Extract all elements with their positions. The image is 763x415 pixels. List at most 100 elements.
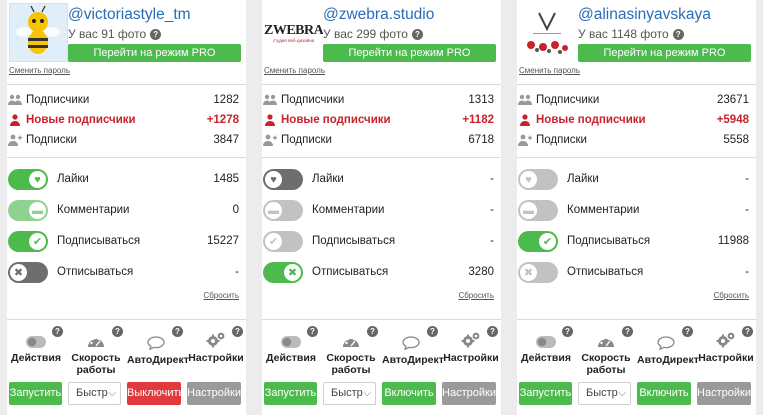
toggle-label: Лайки bbox=[567, 173, 599, 185]
autodirect-toggle-button[interactable]: Включить bbox=[637, 382, 691, 405]
follow-toggle[interactable]: ✔ bbox=[8, 231, 48, 252]
toggle-row-likes: ♥ Лайки 1485 bbox=[7, 167, 246, 191]
settings-button[interactable]: Настройки bbox=[697, 382, 751, 405]
likes-toggle[interactable]: ♥ bbox=[263, 169, 303, 190]
stat-value: +5948 bbox=[716, 114, 749, 126]
tool-settings[interactable]: ? Настройки bbox=[697, 326, 755, 364]
pro-mode-button[interactable]: Перейти на режим PRO bbox=[68, 44, 241, 62]
avatar[interactable] bbox=[9, 3, 68, 62]
help-icon[interactable]: ? bbox=[307, 326, 318, 337]
pro-mode-button[interactable]: Перейти на режим PRO bbox=[578, 44, 751, 62]
speed-select[interactable]: Быстр ⌵ bbox=[68, 382, 121, 405]
change-password-link[interactable]: Сменить пароль bbox=[264, 66, 325, 75]
chat-bubble-icon bbox=[147, 336, 165, 350]
help-icon[interactable]: ? bbox=[232, 326, 243, 337]
toggle-label: Подписываться bbox=[312, 235, 396, 247]
help-icon[interactable]: ? bbox=[172, 326, 183, 337]
tool-speed[interactable]: ? Скорость работы bbox=[67, 326, 125, 376]
tool-speed[interactable]: ? Скорость работы bbox=[577, 326, 635, 376]
reset-link[interactable]: Сбросить bbox=[458, 291, 494, 300]
unfollow-toggle[interactable]: ✖ bbox=[8, 262, 48, 283]
check-icon: ✔ bbox=[29, 233, 46, 250]
toggle-value: - bbox=[490, 173, 494, 185]
divider bbox=[262, 319, 501, 320]
help-icon[interactable]: ? bbox=[427, 326, 438, 337]
username[interactable]: @alinasinyavskaya bbox=[578, 6, 711, 24]
help-icon[interactable]: ? bbox=[112, 326, 123, 337]
speed-select[interactable]: Быстр ⌵ bbox=[578, 382, 631, 405]
settings-button[interactable]: Настройки bbox=[442, 382, 496, 405]
toggle-value: 3280 bbox=[468, 266, 494, 278]
add-user-icon bbox=[8, 134, 22, 146]
username[interactable]: @zwebra.studio bbox=[323, 6, 434, 24]
autodirect-toggle-button[interactable]: Выключить bbox=[127, 382, 184, 405]
settings-button[interactable]: Настройки bbox=[187, 382, 241, 405]
help-icon[interactable]: ? bbox=[150, 29, 162, 40]
chevron-down-icon: ⌵ bbox=[108, 388, 116, 399]
toggle-label: Отписываться bbox=[567, 266, 644, 278]
stat-row-new-followers: Новые подписчики +1182 bbox=[262, 111, 501, 129]
heart-icon: ♥ bbox=[29, 171, 46, 188]
toggle-label: Отписываться bbox=[57, 266, 134, 278]
photo-count-label: У вас 299 фото bbox=[323, 27, 408, 41]
username[interactable]: @victoriastyle_tm bbox=[68, 6, 191, 24]
stat-value: 1282 bbox=[213, 94, 239, 106]
start-button[interactable]: Запустить bbox=[264, 382, 317, 405]
reset-link[interactable]: Сбросить bbox=[713, 291, 749, 300]
change-password-link[interactable]: Сменить пароль bbox=[9, 66, 70, 75]
comments-toggle[interactable]: ▬ bbox=[8, 200, 48, 221]
follow-toggle[interactable]: ✔ bbox=[263, 231, 303, 252]
tool-label: АвтоДирект bbox=[127, 354, 189, 366]
likes-toggle[interactable]: ♥ bbox=[518, 169, 558, 190]
help-icon[interactable]: ? bbox=[562, 326, 573, 337]
speedometer-icon bbox=[598, 336, 614, 347]
unfollow-toggle[interactable]: ✖ bbox=[263, 262, 303, 283]
tool-label: Настройки bbox=[188, 352, 244, 364]
tool-actions[interactable]: ? Действия bbox=[517, 326, 575, 364]
stat-value: 23671 bbox=[717, 94, 749, 106]
close-icon: ✖ bbox=[284, 264, 301, 281]
speed-select[interactable]: Быстр ⌵ bbox=[323, 382, 376, 405]
stat-row-followers: Подписчики 23671 bbox=[517, 91, 756, 109]
help-icon[interactable]: ? bbox=[52, 326, 63, 337]
start-button[interactable]: Запустить bbox=[9, 382, 62, 405]
autodirect-toggle-button[interactable]: Включить bbox=[382, 382, 436, 405]
help-icon[interactable]: ? bbox=[411, 29, 423, 40]
divider bbox=[7, 84, 246, 85]
brand-logo bbox=[527, 12, 568, 54]
tool-autodirect[interactable]: ? АвтоДирект bbox=[637, 326, 699, 366]
toggle-row-comments: ▬ Комментарии 0 bbox=[7, 198, 246, 222]
pro-mode-button[interactable]: Перейти на режим PRO bbox=[323, 44, 496, 62]
tool-speed[interactable]: ? Скорость работы bbox=[322, 326, 380, 376]
reset-link[interactable]: Сбросить bbox=[203, 291, 239, 300]
tool-settings[interactable]: ? Настройки bbox=[442, 326, 500, 364]
help-icon[interactable]: ? bbox=[742, 326, 753, 337]
comments-toggle[interactable]: ▬ bbox=[263, 200, 303, 221]
tool-actions[interactable]: ? Действия bbox=[7, 326, 65, 364]
tool-autodirect[interactable]: ? АвтоДирект bbox=[382, 326, 444, 366]
help-icon[interactable]: ? bbox=[672, 29, 684, 40]
chat-bubble-icon bbox=[402, 336, 420, 350]
tool-settings[interactable]: ? Настройки bbox=[187, 326, 245, 364]
stat-row-following: Подписки 6718 bbox=[262, 131, 501, 149]
comments-toggle[interactable]: ▬ bbox=[518, 200, 558, 221]
help-icon[interactable]: ? bbox=[622, 326, 633, 337]
divider bbox=[262, 157, 501, 158]
start-button[interactable]: Запустить bbox=[519, 382, 572, 405]
toggle-value: 1485 bbox=[213, 173, 239, 185]
avatar[interactable]: ZWEBRA студия веб-дизайна bbox=[264, 3, 323, 62]
avatar[interactable] bbox=[519, 3, 578, 62]
help-icon[interactable]: ? bbox=[682, 326, 693, 337]
change-password-link[interactable]: Сменить пароль bbox=[519, 66, 580, 75]
toggle-label: Подписываться bbox=[567, 235, 651, 247]
toggle-icon bbox=[26, 336, 46, 348]
help-icon[interactable]: ? bbox=[487, 326, 498, 337]
stat-row-following: Подписки 5558 bbox=[517, 131, 756, 149]
likes-toggle[interactable]: ♥ bbox=[8, 169, 48, 190]
tool-actions[interactable]: ? Действия bbox=[262, 326, 320, 364]
help-icon[interactable]: ? bbox=[367, 326, 378, 337]
comment-icon: ▬ bbox=[265, 202, 282, 219]
follow-toggle[interactable]: ✔ bbox=[518, 231, 558, 252]
tool-autodirect[interactable]: ? АвтоДирект bbox=[127, 326, 189, 366]
unfollow-toggle[interactable]: ✖ bbox=[518, 262, 558, 283]
